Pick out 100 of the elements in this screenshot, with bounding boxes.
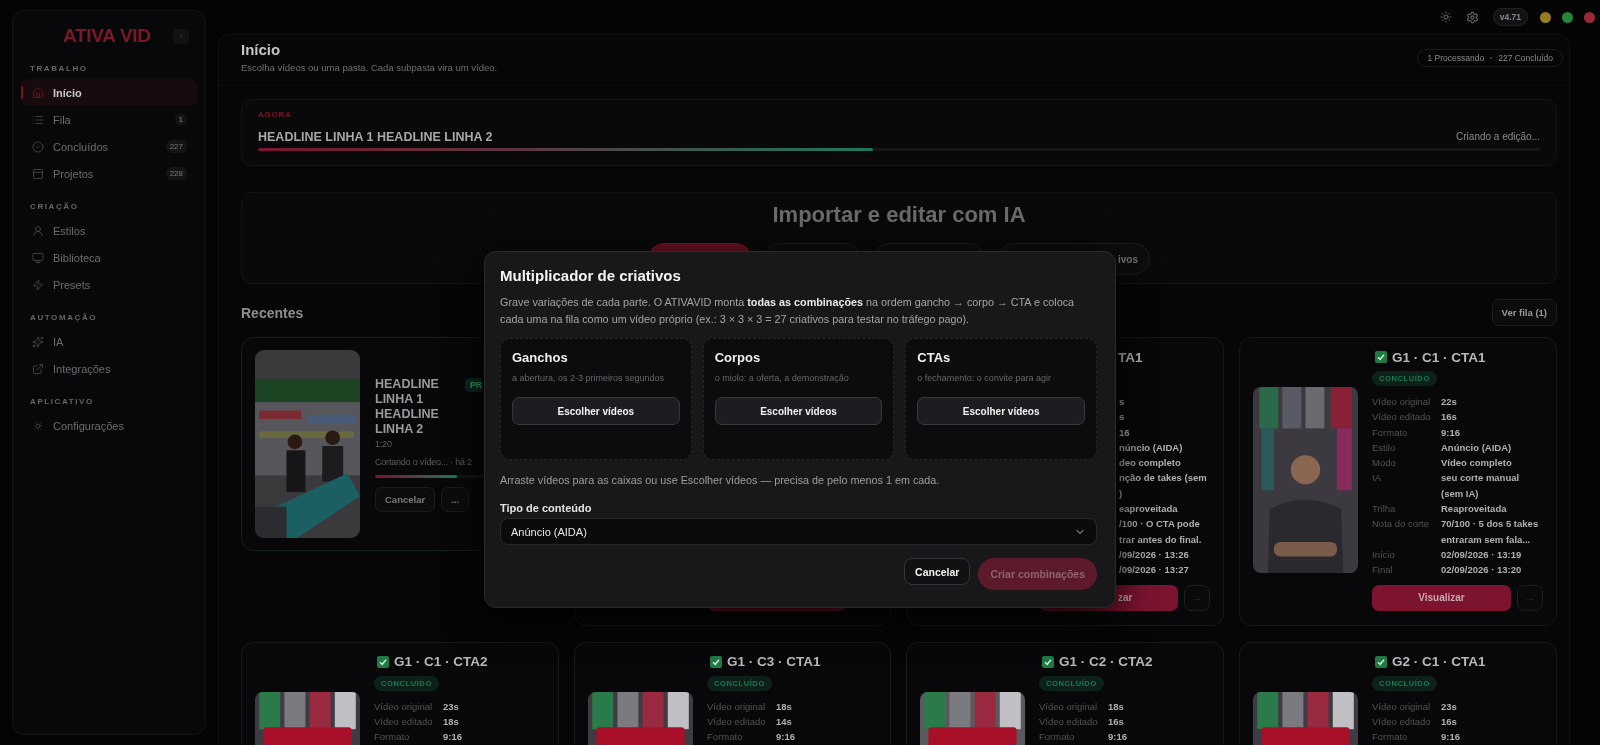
detail-value: s <box>1119 395 1125 409</box>
import-title: Importar e editar com IA <box>772 203 1026 227</box>
now-title: HEADLINE LINHA 1 HEADLINE LINHA 2 <box>258 130 493 144</box>
brand-logo: ATIVA VID <box>63 25 151 47</box>
nav-label: Presets <box>53 278 92 291</box>
detail-value: eaproveitada <box>1119 502 1178 517</box>
settings-icon <box>1465 10 1479 24</box>
detail-label: Formato <box>707 730 744 745</box>
detail-value: /100 · O CTA pode <box>1119 517 1200 532</box>
cancel-button[interactable]: Cancelar <box>904 558 971 585</box>
queue-button[interactable]: Ver fila (1) <box>1491 299 1557 326</box>
drop-zone-hint: o fechamento: o convite para agir <box>917 372 1052 384</box>
status-text: 227 Concluído <box>1498 53 1553 63</box>
video-duration: 1:20 <box>375 438 392 449</box>
detail-value: 16s <box>1441 714 1458 729</box>
detail-value: 18s <box>776 699 793 714</box>
detail-value: 16 <box>1119 425 1130 440</box>
drop-zone-title: Ganchos <box>512 350 569 366</box>
minimize-button[interactable] <box>1540 11 1551 23</box>
card-title: G1 · C1 · CTA2 <box>394 654 488 670</box>
now-status: Criando a edição... <box>1456 130 1540 144</box>
theme-button[interactable] <box>1439 11 1452 23</box>
status-badge: PR <box>465 377 482 392</box>
drop-zone-title: CTAs <box>917 350 952 366</box>
nav-item[interactable]: IA <box>21 328 197 355</box>
detail-value: 02/09/2026 · 13:20 <box>1441 563 1523 578</box>
nav-label: Concluídos <box>53 140 110 153</box>
detail-value: 9:16 <box>1441 730 1461 745</box>
detail-label: Vídeo editado <box>707 714 767 729</box>
check-circle-icon <box>32 140 44 153</box>
nav-label: Biblioteca <box>53 251 102 264</box>
detail-value: ) <box>1119 486 1123 501</box>
dialog-text: Grave variações de cada parte. O ATIVAVID monta todas as combinações na ordem gancho → corpo → CTA e coloca cada uma na fila como um vídeo próprio (ex.: 3 × 3 × 3 = 27 criativos para testar no tráfego pago). <box>500 295 1076 327</box>
detail-label: Início <box>1372 547 1396 562</box>
cancel-button[interactable]: Cancelar <box>375 486 436 512</box>
detail-value: seu corte manual (sem IA) <box>1441 471 1521 501</box>
content-type-select[interactable]: Anúncio (AIDA) <box>500 518 1097 545</box>
check-icon <box>1375 655 1387 668</box>
dialog-title: Multiplicador de criativos <box>500 267 682 284</box>
choose-videos-button[interactable]: Escolher vídeos <box>512 397 680 425</box>
sparkles-icon <box>32 335 44 348</box>
detail-label: Vídeo editado <box>374 714 434 729</box>
drop-zone-hint: o miolo: a oferta, a demonstração <box>714 372 850 384</box>
detail-value: s <box>1119 410 1125 425</box>
now-label: AGORA <box>258 110 293 120</box>
maximize-button[interactable] <box>1562 11 1573 23</box>
settings-button[interactable] <box>1465 10 1479 24</box>
nav-item[interactable]: Biblioteca <box>21 244 197 271</box>
drop-zone[interactable]: Ganchos a abertura, os 2-3 primeiros segundos Escolher vídeos <box>500 338 692 460</box>
detail-value: Anúncio (AIDA) <box>1441 440 1513 455</box>
version-badge: v4.71 <box>1492 8 1528 26</box>
nav-item[interactable]: Projetos 228 <box>21 160 197 187</box>
detail-value: trar antes do final. <box>1119 532 1202 547</box>
card-title: G2 · C1 · CTA1 <box>1392 654 1486 670</box>
detail-value: 70/100 · 5 dos 5 takes entraram sem fala... <box>1441 517 1540 547</box>
nav-item[interactable]: Configurações <box>21 412 197 439</box>
detail-value: 9:16 <box>1441 425 1461 440</box>
video-status: Cortando o vídeo... · há 2 <box>375 456 472 467</box>
detail-value: 18s <box>1108 699 1125 714</box>
dialog-note: Arraste vídeos para as caixas ou use Escolher vídeos — precisa de pelo menos 1 em cada. <box>500 474 941 486</box>
list-icon <box>32 113 44 126</box>
nav-label: IA <box>53 335 65 348</box>
detail-label: Formato <box>1039 730 1076 745</box>
detail-value: /09/2026 · 13:27 <box>1119 563 1189 578</box>
detail-value: 23s <box>1441 699 1458 714</box>
detail-value: Vídeo completo <box>1441 456 1513 471</box>
nav-label: Fila <box>53 113 72 126</box>
nav-item[interactable]: Concluídos 227 <box>21 133 197 160</box>
detail-value: 22s <box>1441 395 1458 409</box>
view-button[interactable]: Visualizar <box>1372 584 1511 611</box>
detail-label: Nota do corte <box>1372 517 1431 532</box>
detail-value: nção de takes (sem <box>1119 471 1207 486</box>
nav-item[interactable]: Estilos <box>21 217 197 244</box>
more-button[interactable]: ... <box>441 486 470 512</box>
detail-value: 23s <box>443 699 460 714</box>
card-title: G1 · C1 · CTA1 <box>1392 349 1486 365</box>
detail-label: IA <box>1372 471 1382 486</box>
detail-value: 02/09/2026 · 13:19 <box>1441 547 1523 562</box>
drop-zone[interactable]: Corpos o miolo: a oferta, a demonstração Escolher vídeos <box>702 338 895 460</box>
detail-value: 18s <box>443 714 460 729</box>
detail-label: Modo <box>1372 456 1397 471</box>
close-button[interactable] <box>1584 11 1595 23</box>
external-link-icon <box>32 362 44 375</box>
detail-label: Formato <box>1372 425 1409 440</box>
detail-label: Estilo <box>1372 440 1397 455</box>
choose-videos-button[interactable]: Escolher vídeos <box>917 397 1085 425</box>
monitor-icon <box>32 251 44 264</box>
check-icon <box>377 655 389 668</box>
nav-item[interactable]: Integrações <box>21 355 197 382</box>
home-icon <box>32 86 44 99</box>
detail-value: 9:16 <box>776 730 796 745</box>
nav-item[interactable]: Fila 1 <box>21 106 197 133</box>
nav-item[interactable]: Presets <box>21 271 197 298</box>
choose-videos-button[interactable]: Escolher vídeos <box>714 397 883 425</box>
section-title: APLICATIVO <box>30 396 95 408</box>
section-title: CRIAÇÃO <box>30 201 80 213</box>
nav-label: Projetos <box>53 167 95 180</box>
nav-item[interactable]: Início <box>21 79 197 106</box>
drop-zone[interactable]: CTAs o fechamento: o convite para agir Escolher vídeos <box>905 338 1097 460</box>
detail-label: Vídeo original <box>707 699 767 714</box>
